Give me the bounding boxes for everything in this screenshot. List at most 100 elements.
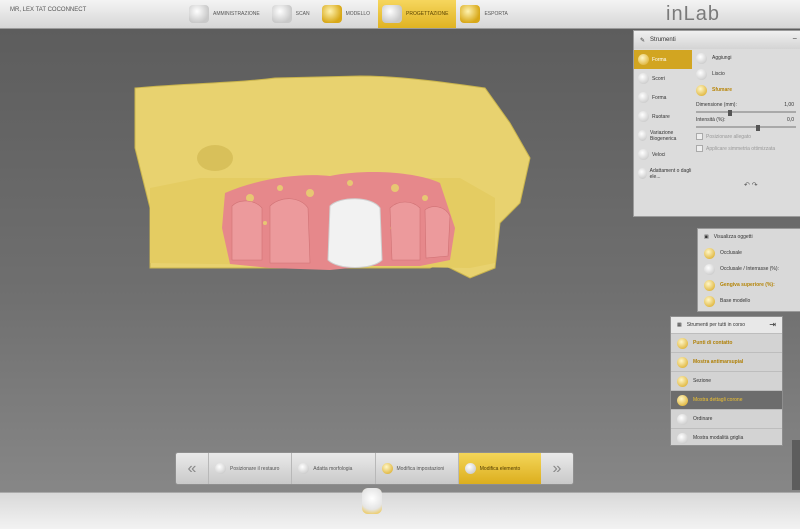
tooth-selector-icon[interactable] bbox=[362, 488, 382, 514]
scroll-handle[interactable] bbox=[792, 440, 800, 490]
tool-label: Forma bbox=[652, 56, 667, 63]
intensity-knob[interactable] bbox=[756, 125, 760, 131]
section-icon bbox=[677, 375, 688, 387]
size-value: 1,00 bbox=[784, 102, 794, 108]
add-icon bbox=[696, 52, 707, 64]
next-phase-button[interactable]: » bbox=[541, 453, 573, 484]
interproximal-icon bbox=[704, 263, 715, 275]
form-icon bbox=[638, 92, 649, 103]
step-label: AMMINISTRAZIONE bbox=[213, 11, 260, 17]
phase-edit-settings[interactable]: Modifica impostazioni bbox=[374, 453, 458, 484]
tool-label: Ruotare bbox=[652, 113, 670, 120]
scan-icon bbox=[271, 5, 292, 23]
occlusal-icon bbox=[704, 247, 715, 259]
workflow-steps: AMMINISTRAZIONE SCAN MODELLO PROGETTAZIO… bbox=[185, 0, 516, 28]
vis-title: Visualizza oggetti bbox=[713, 234, 753, 240]
tool-scroll[interactable]: Scorri bbox=[634, 69, 692, 88]
size-track bbox=[696, 111, 796, 113]
tool-section[interactable]: Sezione bbox=[671, 371, 782, 390]
tool-order[interactable]: Ordinare bbox=[671, 409, 782, 428]
morphology-icon bbox=[298, 463, 310, 474]
phase-label: Modifica elemento bbox=[479, 465, 521, 472]
vis-label: Gengiva superiore (%): bbox=[720, 282, 775, 288]
settings-icon bbox=[381, 463, 393, 474]
base-icon bbox=[704, 295, 715, 307]
symmetry-checkbox[interactable]: Applicare simmetria ottimizzata bbox=[696, 145, 800, 152]
option-label: Liscio bbox=[712, 71, 725, 77]
design-tools-header: ▦ Strumenti per tutti in corso bbox=[671, 317, 782, 333]
design-icon bbox=[382, 5, 403, 23]
monitor-icon: ▦ bbox=[677, 322, 682, 328]
tools-panel-header: ✎ Strumenti bbox=[634, 31, 800, 49]
attach-checkbox[interactable]: Posizionare allegato bbox=[696, 133, 800, 140]
tool-form[interactable]: Forma bbox=[634, 88, 692, 107]
step-label: MODELLO bbox=[345, 11, 371, 17]
tool-adapt[interactable]: Adattament o dagli ele... bbox=[634, 164, 692, 183]
model-icon bbox=[321, 5, 342, 23]
grid-icon bbox=[677, 432, 688, 444]
step-label: SCAN bbox=[295, 11, 310, 17]
rotate-icon bbox=[638, 111, 649, 122]
case-label: MR, LEX TAT COCONNECT bbox=[10, 7, 87, 13]
checkbox-box bbox=[696, 133, 703, 140]
step-scan[interactable]: SCAN bbox=[268, 0, 318, 28]
bottom-strip bbox=[0, 492, 800, 529]
option-label: Sfumare bbox=[712, 87, 733, 93]
tool-label: Scorri bbox=[652, 75, 666, 82]
vis-gingiva[interactable]: Gengiva superiore (%): bbox=[698, 277, 800, 293]
tool-label: Mostra modalità griglia bbox=[693, 435, 744, 441]
tool-rotate[interactable]: Ruotare bbox=[634, 107, 692, 126]
antagonist-icon bbox=[677, 356, 688, 368]
phase-edit-element[interactable]: Modifica elemento bbox=[457, 453, 541, 484]
size-knob[interactable] bbox=[728, 110, 732, 116]
vis-base[interactable]: Base modello bbox=[698, 293, 800, 309]
tool-contact-points[interactable]: Punti di contatto bbox=[671, 333, 782, 352]
vis-interproximal[interactable]: Occlusale / Interrasse (%): bbox=[698, 261, 800, 277]
phase-label: Posizionare il restauro bbox=[230, 465, 280, 472]
tool-label: Punti di contatto bbox=[693, 340, 733, 346]
vis-header: ▣ Visualizza oggetti bbox=[698, 229, 800, 245]
phase-place-restoration[interactable]: Posizionare il restauro bbox=[208, 453, 291, 484]
crown-details-icon bbox=[677, 394, 688, 406]
vis-label: Occlusale / Interrasse (%): bbox=[720, 266, 779, 272]
pin-icon[interactable]: ⇥ bbox=[769, 320, 776, 329]
step-export[interactable]: ESPORTA bbox=[456, 0, 515, 28]
dental-model[interactable] bbox=[134, 75, 531, 279]
phase-navigation: « Posizionare il restauro Adatta morfolo… bbox=[175, 452, 574, 485]
tool-biogeneric[interactable]: Variazione Biogenerica bbox=[634, 126, 692, 145]
tools-right-column: Aggiungi Liscio Sfumare Dimensione (mm):… bbox=[696, 50, 800, 152]
option-add[interactable]: Aggiungi bbox=[696, 50, 800, 66]
option-label: Aggiungi bbox=[712, 55, 732, 61]
step-model[interactable]: MODELLO bbox=[318, 0, 378, 28]
option-blend[interactable]: Sfumare bbox=[696, 82, 800, 98]
tool-label: Sezione bbox=[693, 378, 712, 384]
step-administration[interactable]: AMMINISTRAZIONE bbox=[185, 0, 268, 28]
tool-antagonist[interactable]: Mostra antimarsupial bbox=[671, 352, 782, 371]
step-design[interactable]: PROGETTAZIONE bbox=[378, 0, 457, 28]
intensity-slider[interactable]: Intensità (%): 0,0 bbox=[696, 117, 800, 131]
tool-grid-mode[interactable]: Mostra modalità griglia bbox=[671, 428, 782, 447]
biogeneric-icon bbox=[638, 130, 648, 141]
tool-shape[interactable]: Forma bbox=[634, 50, 692, 69]
top-bar: MR, LEX TAT COCONNECT AMMINISTRAZIONE SC… bbox=[0, 0, 800, 29]
tool-label: Adattament o dagli ele... bbox=[649, 167, 692, 180]
tool-crown-details[interactable]: Mostra dettagli corone bbox=[671, 390, 782, 409]
crown[interactable] bbox=[327, 198, 383, 268]
tool-fast[interactable]: Veloci bbox=[634, 145, 692, 164]
phase-adapt-morphology[interactable]: Adatta morfologia bbox=[291, 453, 374, 484]
collapse-icon[interactable]: − bbox=[792, 34, 797, 43]
vis-occlusal[interactable]: Occlusale bbox=[698, 245, 800, 261]
size-label: Dimensione (mm): bbox=[696, 102, 737, 108]
intensity-label: Intensità (%): bbox=[696, 117, 726, 123]
tool-label: Forma bbox=[652, 94, 667, 101]
scroll-icon bbox=[638, 73, 649, 84]
checkbox-label: Posizionare allegato bbox=[706, 133, 752, 140]
option-smooth[interactable]: Liscio bbox=[696, 66, 800, 82]
size-slider[interactable]: Dimensione (mm): 1,00 bbox=[696, 102, 800, 116]
prev-phase-button[interactable]: « bbox=[176, 453, 208, 484]
tool-label: Variazione Biogenerica bbox=[650, 129, 677, 142]
intensity-track bbox=[696, 126, 796, 128]
undo-redo-icons[interactable]: ↶ ↷ bbox=[744, 181, 758, 189]
tool-label: Veloci bbox=[652, 151, 666, 158]
model-blob bbox=[197, 145, 233, 171]
